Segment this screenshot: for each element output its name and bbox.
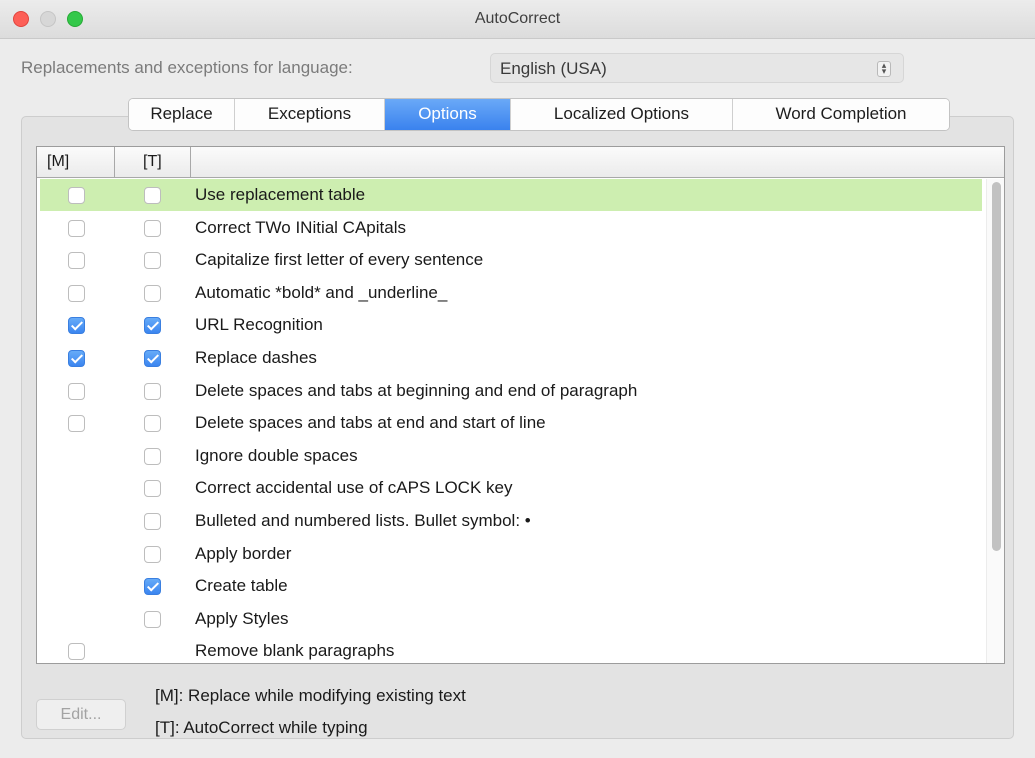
option-label: Replace dashes bbox=[195, 348, 317, 367]
option-label: Use replacement table bbox=[195, 185, 366, 204]
tab-exceptions[interactable]: Exceptions bbox=[235, 99, 385, 130]
language-select-value: English (USA) bbox=[500, 59, 607, 78]
checkbox-m[interactable] bbox=[68, 643, 85, 661]
option-row[interactable]: Apply Styles bbox=[40, 603, 982, 635]
option-label: Apply border bbox=[195, 543, 292, 563]
checkbox-t[interactable] bbox=[144, 252, 161, 270]
checkbox-t[interactable] bbox=[144, 480, 161, 498]
option-row[interactable]: Correct TWo INitial CApitals bbox=[40, 212, 982, 244]
checkbox-t[interactable] bbox=[144, 187, 161, 204]
option-label: Automatic *bold* and _underline_ bbox=[195, 282, 448, 302]
legend-t: [T]: AutoCorrect while typing bbox=[155, 718, 368, 737]
column-header-option[interactable] bbox=[191, 147, 1004, 177]
checkbox-m[interactable] bbox=[68, 350, 85, 367]
legend-m: [M]: Replace while modifying existing te… bbox=[155, 686, 466, 705]
title-bar: AutoCorrect bbox=[0, 0, 1035, 39]
option-row[interactable]: Create table bbox=[40, 570, 982, 602]
checkbox-t[interactable] bbox=[144, 317, 161, 335]
checkbox-t[interactable] bbox=[144, 513, 161, 530]
language-select[interactable]: English (USA) ▴ ▾ bbox=[490, 53, 904, 83]
up-down-chevron-icon: ▴ ▾ bbox=[877, 61, 891, 77]
option-row[interactable]: Capitalize first letter of every sentenc… bbox=[40, 244, 982, 276]
checkbox-t[interactable] bbox=[144, 284, 161, 302]
option-row[interactable]: URL Recognition bbox=[40, 309, 982, 341]
option-row[interactable]: Ignore double spaces bbox=[40, 440, 982, 472]
option-row[interactable]: Apply border bbox=[40, 538, 982, 570]
option-row[interactable]: Remove blank paragraphs bbox=[40, 635, 982, 663]
checkbox-t[interactable] bbox=[144, 415, 161, 433]
checkbox-m[interactable] bbox=[68, 382, 85, 400]
checkbox-t[interactable] bbox=[144, 219, 161, 237]
option-label: URL Recognition bbox=[195, 315, 323, 335]
option-row[interactable]: Use replacement table bbox=[40, 179, 982, 211]
option-label: Ignore double spaces bbox=[195, 445, 358, 465]
vertical-scrollbar[interactable] bbox=[986, 179, 1004, 663]
option-label: Delete spaces and tabs at beginning and … bbox=[195, 380, 638, 400]
language-label: Replacements and exceptions for language… bbox=[21, 58, 353, 77]
option-label: Correct accidental use of cAPS LOCK key bbox=[195, 478, 513, 498]
option-row[interactable]: Correct accidental use of cAPS LOCK key bbox=[40, 472, 982, 504]
option-label: Remove blank paragraphs bbox=[195, 641, 395, 661]
options-list: [M] [T] Use replacement table Correct TWo… bbox=[36, 146, 1005, 664]
option-row[interactable]: Replace dashes bbox=[40, 342, 982, 374]
option-label: Delete spaces and tabs at end and start … bbox=[195, 413, 546, 433]
checkbox-t[interactable] bbox=[144, 447, 161, 465]
checkbox-t[interactable] bbox=[144, 545, 161, 563]
option-label: Apply Styles bbox=[195, 608, 289, 628]
checkbox-m[interactable] bbox=[68, 415, 85, 433]
checkbox-t[interactable] bbox=[144, 578, 161, 596]
tab-bar: Replace Exceptions Options Localized Opt… bbox=[128, 98, 950, 131]
checkbox-m[interactable] bbox=[68, 317, 85, 335]
checkbox-m[interactable] bbox=[68, 219, 85, 237]
list-header: [M] [T] bbox=[37, 147, 1004, 178]
checkbox-t[interactable] bbox=[144, 610, 161, 628]
option-row[interactable]: Automatic *bold* and _underline_ bbox=[40, 277, 982, 309]
option-label: Bulleted and numbered lists. Bullet symb… bbox=[195, 511, 531, 530]
option-row[interactable]: Bulleted and numbered lists. Bullet symb… bbox=[40, 505, 982, 537]
tab-localized-options[interactable]: Localized Options bbox=[511, 99, 733, 130]
option-label: Capitalize first letter of every sentenc… bbox=[195, 250, 484, 270]
scrollbar-thumb[interactable] bbox=[992, 182, 1001, 551]
tab-options[interactable]: Options bbox=[385, 99, 511, 130]
window-title: AutoCorrect bbox=[474, 10, 561, 27]
column-header-t[interactable]: [T] bbox=[115, 147, 191, 177]
option-row[interactable]: Delete spaces and tabs at beginning and … bbox=[40, 375, 982, 407]
checkbox-m[interactable] bbox=[68, 187, 85, 204]
checkbox-m[interactable] bbox=[68, 284, 85, 302]
option-row[interactable]: Delete spaces and tabs at end and start … bbox=[40, 407, 982, 439]
checkbox-t[interactable] bbox=[144, 382, 161, 400]
option-label: Create table bbox=[195, 576, 288, 596]
checkbox-t[interactable] bbox=[144, 350, 161, 367]
checkbox-m[interactable] bbox=[68, 252, 85, 270]
column-header-m[interactable]: [M] bbox=[37, 147, 115, 177]
tab-word-completion[interactable]: Word Completion bbox=[733, 99, 949, 130]
option-label: Correct TWo INitial CApitals bbox=[195, 217, 406, 237]
tab-replace[interactable]: Replace bbox=[129, 99, 235, 130]
edit-button[interactable]: Edit... bbox=[36, 699, 126, 730]
